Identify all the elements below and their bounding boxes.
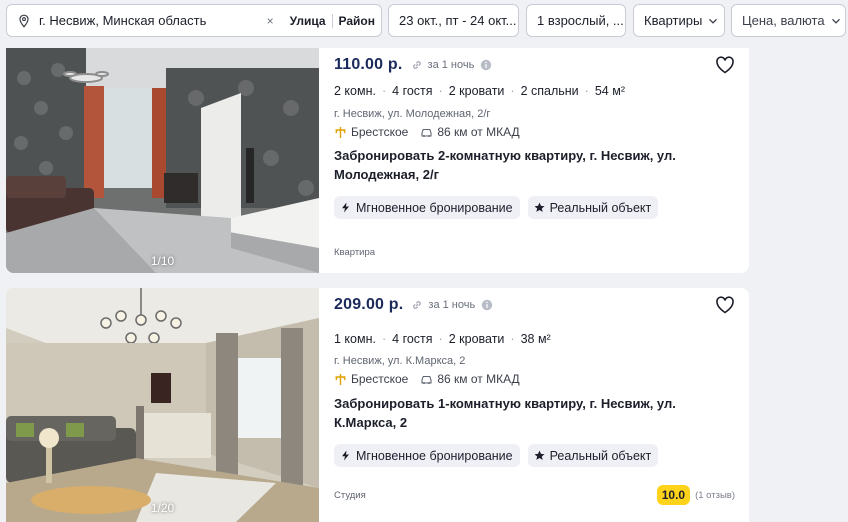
lightning-icon [342, 202, 349, 213]
review-count[interactable]: (1 отзыв) [695, 490, 735, 501]
price-currency-select[interactable]: Цена, валюта [731, 4, 846, 37]
link-icon [413, 301, 422, 309]
price: 110.00 р. [334, 56, 403, 73]
price-currency-label: Цена, валюта [742, 13, 825, 28]
specs-row: 2 комн. · 4 гостя · 2 кровати · 2 спальни · … [334, 84, 625, 98]
property-type-select[interactable]: Квартиры [633, 4, 725, 37]
address: г. Несвиж, ул. К.Маркса, 2 [334, 355, 466, 367]
bedrooms: 2 спальни [520, 84, 579, 98]
highway-icon [335, 126, 346, 138]
listing-photo[interactable]: 1/10 [6, 48, 319, 273]
location-row: Брестское 86 км от МКАД [334, 372, 520, 386]
car-icon [421, 375, 432, 384]
instant-booking-tag: Мгновенное бронирование [334, 444, 520, 467]
price-row: 209.00 р. за 1 ночь [334, 296, 493, 314]
area: 38 м² [520, 332, 551, 346]
instant-booking-label: Мгновенное бронирование [356, 448, 513, 463]
star-icon [534, 202, 545, 212]
listing-card[interactable]: 1/20 209.00 р. за 1 ночь 1 комн. · 4 гост… [6, 288, 749, 522]
rating: 10.0 (1 отзыв) [656, 485, 735, 505]
listing-card[interactable]: 1/10 110.00 р. за 1 ночь 2 комн. · 4 гост… [6, 48, 749, 273]
listing-info: 209.00 р. за 1 ночь 1 комн. · 4 гостя · 2 … [334, 288, 749, 522]
real-object-tag: Реальный объект [527, 444, 659, 467]
real-object-label: Реальный объект [549, 200, 652, 215]
street-button[interactable]: Улица [284, 14, 332, 28]
car-icon [421, 128, 432, 137]
beds: 2 кровати [448, 332, 505, 346]
photo-counter: 1/20 [150, 501, 175, 515]
chevron-down-icon [831, 18, 840, 24]
instant-booking-tag: Мгновенное бронирование [334, 196, 520, 219]
instant-booking-label: Мгновенное бронирование [356, 200, 513, 215]
rooms: 1 комн. [334, 332, 376, 346]
favorite-heart-icon[interactable] [715, 56, 735, 74]
guests: 4 гостя [392, 332, 433, 346]
info-icon[interactable] [480, 59, 492, 71]
real-object-tag: Реальный объект [527, 196, 659, 219]
lightning-icon [342, 450, 349, 461]
area: 54 м² [594, 84, 625, 98]
rooms: 2 комн. [334, 84, 376, 98]
listing-photo[interactable]: 1/20 [6, 288, 319, 522]
address: г. Несвиж, ул. Молодежная, 2/г [334, 108, 491, 120]
price-row: 110.00 р. за 1 ночь [334, 56, 492, 74]
per-night-label: за 1 ночь [428, 299, 476, 311]
highway-direction: Брестское [351, 125, 409, 139]
property-type-label: Квартиры [644, 13, 703, 28]
tags-row: Мгновенное бронирование Реальный объект [334, 196, 659, 219]
highway-icon [335, 373, 346, 385]
district-button[interactable]: Район [333, 14, 381, 28]
guests: 4 гостя [392, 84, 433, 98]
specs-row: 1 комн. · 4 гостя · 2 кровати · 38 м² [334, 332, 551, 346]
location-pin-icon [19, 14, 29, 28]
clear-location-icon[interactable]: × [267, 14, 274, 28]
tags-row: Мгновенное бронирование Реальный объект [334, 444, 659, 467]
dates-field[interactable]: 23 окт., пт - 24 окт... [388, 4, 519, 37]
distance: 86 км от МКАД [437, 125, 520, 139]
real-object-label: Реальный объект [549, 448, 652, 463]
location-field[interactable]: г. Несвиж, Минская область × Улица Район [6, 4, 382, 37]
per-night: за 1 ночь [411, 59, 493, 71]
listing-title[interactable]: Забронировать 1-комнатную квартиру, г. Н… [334, 394, 734, 432]
location-row: Брестское 86 км от МКАД [334, 125, 520, 139]
photo-counter: 1/10 [150, 254, 175, 268]
listing-title[interactable]: Забронировать 2-комнатную квартиру, г. Н… [334, 146, 734, 184]
star-icon [534, 450, 545, 460]
property-kind: Квартира [334, 247, 376, 258]
per-night: за 1 ночь [411, 299, 493, 311]
favorite-heart-icon[interactable] [715, 296, 735, 314]
highway-direction: Брестское [351, 372, 409, 386]
rating-score: 10.0 [656, 485, 691, 505]
location-text: г. Несвиж, Минская область [39, 13, 207, 28]
guests-field[interactable]: 1 взрослый, ... [526, 4, 626, 37]
distance: 86 км от МКАД [437, 372, 520, 386]
listing-info: 110.00 р. за 1 ночь 2 комн. · 4 гостя · 2 … [334, 48, 749, 273]
per-night-label: за 1 ночь [427, 59, 475, 71]
property-kind: Студия [334, 490, 366, 501]
link-icon [412, 61, 421, 69]
search-bar: г. Несвиж, Минская область × Улица Район… [0, 0, 848, 44]
beds: 2 кровати [448, 84, 505, 98]
chevron-down-icon [709, 18, 718, 24]
info-icon[interactable] [481, 299, 493, 311]
price: 209.00 р. [334, 296, 404, 313]
